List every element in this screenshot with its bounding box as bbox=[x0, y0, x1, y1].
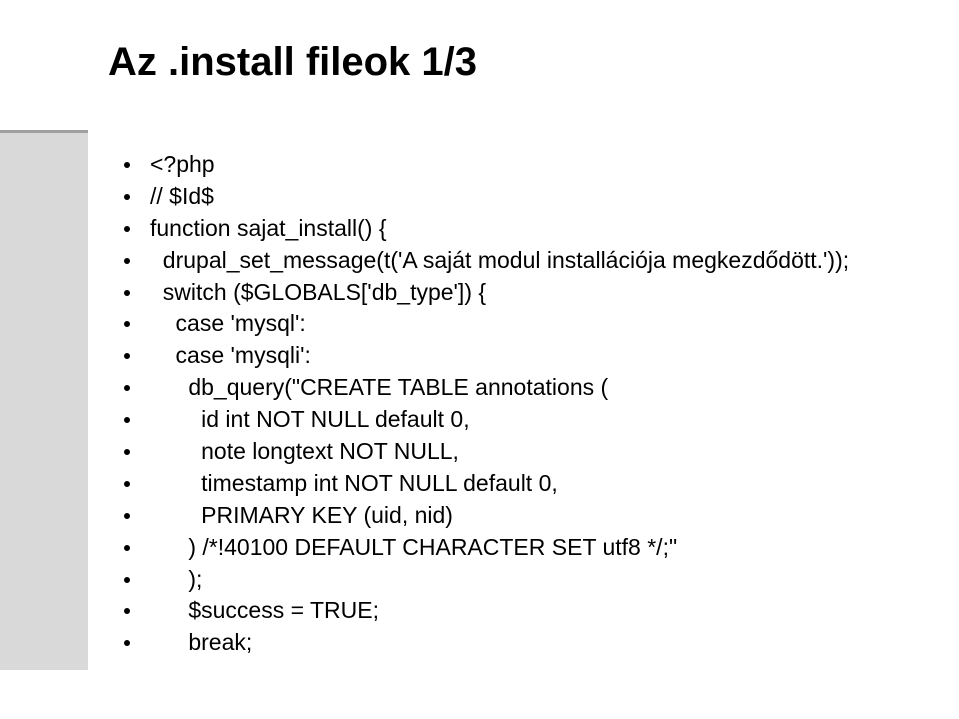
code-line: break; bbox=[124, 628, 924, 658]
code-line: ) /*!40100 DEFAULT CHARACTER SET utf8 */… bbox=[124, 533, 924, 563]
code-line: <?php bbox=[124, 150, 924, 180]
code-line-text: case 'mysql': bbox=[150, 309, 306, 339]
code-line-text: timestamp int NOT NULL default 0, bbox=[150, 469, 558, 499]
code-line-text: <?php bbox=[150, 150, 215, 180]
code-line: ); bbox=[124, 565, 924, 595]
code-line: case 'mysql': bbox=[124, 309, 924, 339]
code-line: switch ($GLOBALS['db_type']) { bbox=[124, 278, 924, 308]
code-line-text: db_query("CREATE TABLE annotations ( bbox=[150, 373, 608, 403]
bullet-icon bbox=[124, 449, 130, 455]
code-line: PRIMARY KEY (uid, nid) bbox=[124, 501, 924, 531]
code-content: <?php// $Id$function sajat_install() { d… bbox=[124, 150, 924, 660]
bullet-icon bbox=[124, 385, 130, 391]
bullet-icon bbox=[124, 577, 130, 583]
bullet-icon bbox=[124, 353, 130, 359]
sidebar-decoration bbox=[0, 130, 88, 670]
bullet-icon bbox=[124, 640, 130, 646]
bullet-icon bbox=[124, 194, 130, 200]
code-line-text: switch ($GLOBALS['db_type']) { bbox=[150, 278, 486, 308]
bullet-icon bbox=[124, 258, 130, 264]
code-line-text: case 'mysqli': bbox=[150, 341, 311, 371]
code-line: drupal_set_message(t('A saját modul inst… bbox=[124, 246, 924, 276]
code-line-text: PRIMARY KEY (uid, nid) bbox=[150, 501, 453, 531]
bullet-icon bbox=[124, 290, 130, 296]
bullet-icon bbox=[124, 321, 130, 327]
bullet-icon bbox=[124, 417, 130, 423]
code-line-text: // $Id$ bbox=[150, 182, 214, 212]
bullet-icon bbox=[124, 226, 130, 232]
code-line-text: note longtext NOT NULL, bbox=[150, 437, 459, 467]
code-line: function sajat_install() { bbox=[124, 214, 924, 244]
code-line-text: drupal_set_message(t('A saját modul inst… bbox=[150, 246, 849, 276]
bullet-icon bbox=[124, 545, 130, 551]
bullet-icon bbox=[124, 513, 130, 519]
code-line-text: function sajat_install() { bbox=[150, 214, 387, 244]
code-line-text: ); bbox=[150, 565, 202, 595]
code-line-text: ) /*!40100 DEFAULT CHARACTER SET utf8 */… bbox=[150, 533, 677, 563]
code-line: $success = TRUE; bbox=[124, 596, 924, 626]
bullet-icon bbox=[124, 608, 130, 614]
slide-title: Az .install fileok 1/3 bbox=[108, 40, 477, 85]
code-line-text: id int NOT NULL default 0, bbox=[150, 405, 470, 435]
slide: Az .install fileok 1/3 <?php// $Id$funct… bbox=[0, 0, 959, 719]
code-line: id int NOT NULL default 0, bbox=[124, 405, 924, 435]
code-line-text: $success = TRUE; bbox=[150, 596, 379, 626]
code-line-text: break; bbox=[150, 628, 252, 658]
code-line: // $Id$ bbox=[124, 182, 924, 212]
code-line: db_query("CREATE TABLE annotations ( bbox=[124, 373, 924, 403]
bullet-icon bbox=[124, 481, 130, 487]
code-line: case 'mysqli': bbox=[124, 341, 924, 371]
bullet-icon bbox=[124, 162, 130, 168]
code-line: note longtext NOT NULL, bbox=[124, 437, 924, 467]
code-line: timestamp int NOT NULL default 0, bbox=[124, 469, 924, 499]
